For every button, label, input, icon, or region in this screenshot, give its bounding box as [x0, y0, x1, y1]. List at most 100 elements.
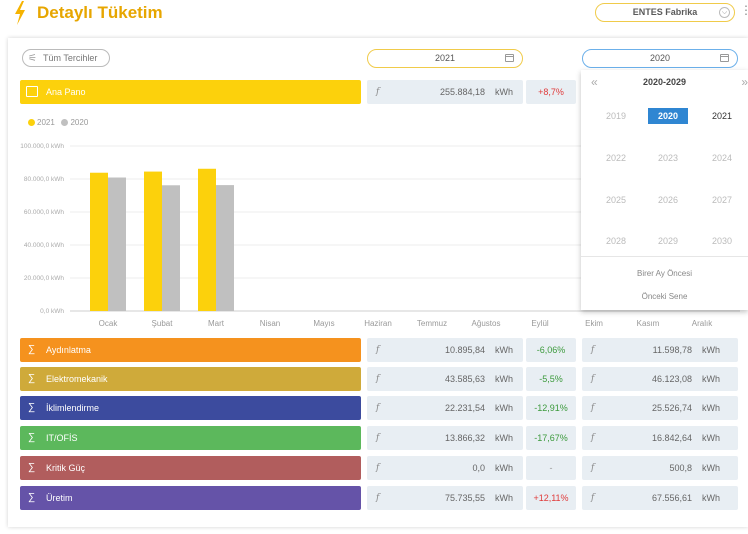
category-change: -17,67% [526, 426, 576, 450]
category-label: Kritik Güç [46, 463, 86, 473]
x-tick-label: Ekim [585, 319, 603, 328]
sum-icon: ∑ [28, 492, 36, 503]
previous-year-shortcut[interactable]: Önceki Sene [581, 292, 748, 301]
category-value-2021: f 0,0 kWh [367, 456, 523, 480]
category-value-2021: f 75.735,55 kWh [367, 486, 523, 510]
sum-icon: ∑ [28, 373, 36, 384]
category-value-2020: f 46.123,08 kWh [582, 367, 738, 391]
x-tick-label: Şubat [152, 319, 174, 328]
category-row[interactable]: ∑ Üretim [20, 486, 361, 510]
sum-icon: ∑ [28, 462, 36, 473]
x-tick-label: Aralık [692, 319, 713, 328]
year-cell-2029[interactable]: 2029 [648, 233, 688, 249]
category-change: -6,06% [526, 338, 576, 362]
category-row[interactable]: ∑ Elektromekanik [20, 367, 361, 391]
unit: kWh [495, 433, 513, 443]
value: 16.842,64 [651, 433, 692, 443]
x-tick-label: Haziran [364, 319, 392, 328]
value: 22.231,54 [444, 403, 485, 413]
category-change: -5,5% [526, 367, 576, 391]
energy-icon: f [376, 345, 380, 355]
unit: kWh [495, 463, 513, 473]
year-cell-2028[interactable]: 2028 [596, 233, 636, 249]
category-value-2020: f 11.598,78 kWh [582, 338, 738, 362]
unit: kWh [495, 345, 513, 355]
energy-icon: f [591, 433, 595, 443]
value: 43.585,63 [444, 374, 485, 384]
category-value-2020: f 67.556,61 kWh [582, 486, 738, 510]
category-change: -12,91% [526, 396, 576, 420]
y-tick-label: 100.000,0 kWh [20, 143, 64, 150]
unit: kWh [495, 403, 513, 413]
year-cell-2024[interactable]: 2024 [702, 150, 742, 166]
energy-icon: f [376, 463, 380, 473]
category-value-2020: f 25.526,74 kWh [582, 396, 738, 420]
value: 46.123,08 [651, 374, 692, 384]
year-cell-2023[interactable]: 2023 [648, 150, 688, 166]
energy-icon: f [376, 403, 380, 413]
y-tick-label: 60.000,0 kWh [24, 209, 64, 216]
category-row[interactable]: ∑ IT/OFİS [20, 426, 361, 450]
unit: kWh [702, 374, 720, 384]
x-tick-label: Nisan [260, 319, 280, 328]
energy-icon: f [376, 374, 380, 384]
energy-icon: f [591, 374, 595, 384]
sum-icon: ∑ [28, 344, 36, 355]
category-row[interactable]: ∑ Aydınlatma [20, 338, 361, 362]
category-label: IT/OFİS [46, 433, 78, 443]
x-tick-label: Mart [208, 319, 225, 328]
unit: kWh [495, 493, 513, 503]
previous-month-shortcut[interactable]: Birer Ay Öncesi [581, 269, 748, 278]
x-tick-label: Mayıs [313, 319, 334, 328]
sum-icon: ∑ [28, 432, 36, 443]
x-tick-label: Temmuz [417, 319, 447, 328]
value: 0,0 [472, 463, 485, 473]
unit: kWh [702, 463, 720, 473]
year-cell-2022[interactable]: 2022 [596, 150, 636, 166]
unit: kWh [702, 493, 720, 503]
category-value-2021: f 13.866,32 kWh [367, 426, 523, 450]
year-cell-2021[interactable]: 2021 [702, 108, 742, 124]
x-tick-label: Ocak [99, 319, 119, 328]
y-tick-label: 20.000,0 kWh [24, 275, 64, 282]
chart-bar [108, 177, 126, 311]
category-value-2021: f 22.231,54 kWh [367, 396, 523, 420]
category-change: - [526, 456, 576, 480]
category-value-2021: f 10.895,84 kWh [367, 338, 523, 362]
sum-icon: ∑ [28, 402, 36, 413]
year-cell-2026[interactable]: 2026 [648, 192, 688, 208]
energy-icon: f [591, 463, 595, 473]
chart-bar [144, 171, 162, 311]
value: 75.735,55 [444, 493, 485, 503]
category-row[interactable]: ∑ Kritik Güç [20, 456, 361, 480]
chart-bar [90, 172, 108, 311]
year-picker: « 2020-2029 » 2019 2020 2021 2022 2023 2024 20… [581, 70, 748, 310]
energy-icon: f [591, 403, 595, 413]
year-cell-2020[interactable]: 2020 [648, 108, 688, 124]
category-row[interactable]: ∑ İklimlendirme [20, 396, 361, 420]
year-cell-2025[interactable]: 2025 [596, 192, 636, 208]
energy-icon: f [376, 433, 380, 443]
category-label: İklimlendirme [46, 403, 100, 413]
value: 500,8 [669, 463, 692, 473]
next-decade-button[interactable]: » [741, 75, 748, 89]
picker-divider [581, 256, 748, 257]
category-value-2020: f 16.842,64 kWh [582, 426, 738, 450]
category-label: Üretim [46, 493, 73, 503]
year-cell-2019[interactable]: 2019 [596, 108, 636, 124]
year-cell-2030[interactable]: 2030 [702, 233, 742, 249]
value: 13.866,32 [444, 433, 485, 443]
chart-bar [216, 185, 234, 311]
x-tick-label: Eylül [531, 319, 549, 328]
value: 67.556,61 [651, 493, 692, 503]
value: 10.895,84 [444, 345, 485, 355]
energy-icon: f [591, 493, 595, 503]
category-value-2020: f 500,8 kWh [582, 456, 738, 480]
chart-bar [198, 168, 216, 311]
decade-range-label[interactable]: 2020-2029 [581, 77, 748, 87]
category-value-2021: f 43.585,63 kWh [367, 367, 523, 391]
year-cell-2027[interactable]: 2027 [702, 192, 742, 208]
y-tick-label: 80.000,0 kWh [24, 176, 64, 183]
chart-bar [162, 185, 180, 311]
unit: kWh [702, 345, 720, 355]
